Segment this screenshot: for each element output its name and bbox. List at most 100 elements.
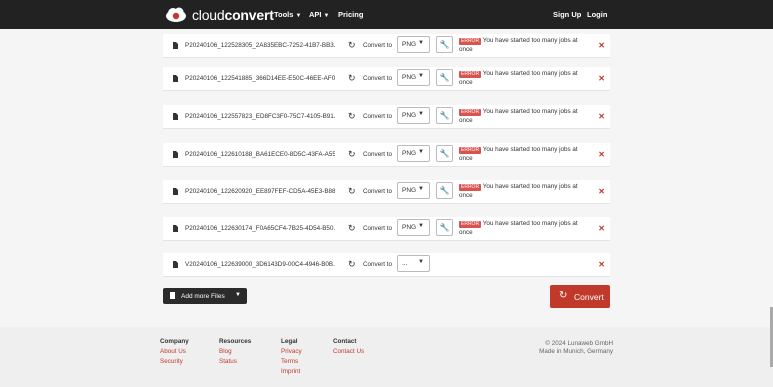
nav-api[interactable]: API ▼: [309, 10, 329, 19]
file-name: P20240106_122557823_ED8FC3F0-75C7-4105-B…: [185, 113, 335, 120]
footer-link-privacy[interactable]: Privacy: [281, 347, 302, 357]
file-icon: [173, 151, 178, 158]
refresh-icon[interactable]: ↻: [348, 40, 356, 51]
refresh-icon[interactable]: ↻: [348, 111, 356, 122]
format-value: PNG: [402, 41, 417, 48]
format-select[interactable]: PNG ▼: [397, 69, 430, 86]
format-value: ...: [402, 260, 408, 267]
wrench-icon[interactable]: 🔧: [436, 36, 453, 53]
copyright-text: © 2024 Lunaweb GmbH: [545, 340, 613, 347]
brand-logo[interactable]: cloudconvert: [165, 6, 274, 23]
footer-heading: Legal: [281, 338, 298, 345]
chevron-down-icon: ▼: [418, 40, 424, 46]
top-navbar: cloudconvert Tools ▼ API ▼ Pricing Sign Up…: [0, 0, 773, 29]
file-name: P20240106_122528305_2A835EBC-7252-41B7-B…: [185, 42, 335, 49]
file-icon: [173, 188, 178, 195]
error-message: ERROR You have started too many jobs at …: [459, 219, 589, 237]
error-message: ERROR You have started too many jobs at …: [459, 36, 589, 54]
refresh-icon[interactable]: ↻: [348, 149, 356, 160]
add-more-files-button[interactable]: Add more Files ▼: [163, 288, 247, 304]
error-badge: ERROR: [459, 221, 482, 228]
footer-link-terms[interactable]: Terms: [281, 357, 302, 367]
footer-heading: Resources: [219, 338, 252, 345]
error-message: ERROR You have started too many jobs at …: [459, 107, 589, 125]
wrench-icon[interactable]: 🔧: [436, 69, 453, 86]
refresh-icon[interactable]: ↻: [348, 259, 356, 270]
footer-legal: Legal Privacy Terms Imprint: [281, 337, 302, 377]
format-select[interactable]: ... ▼: [397, 255, 430, 272]
error-message: ERROR You have started too many jobs at …: [459, 69, 589, 87]
copyright: © 2024 Lunaweb GmbH Made in Munich, Germ…: [539, 340, 613, 356]
wrench-icon[interactable]: 🔧: [436, 145, 453, 162]
error-badge: ERROR: [459, 184, 482, 191]
footer-heading: Contact: [333, 338, 357, 345]
close-icon[interactable]: ✕: [598, 150, 605, 159]
error-badge: ERROR: [459, 147, 482, 154]
file-row: P20240106_122610188_BA61ECE0-8D5C-43FA-A…: [163, 143, 610, 167]
close-icon[interactable]: ✕: [598, 74, 605, 83]
footer-link-contact[interactable]: Contact Us: [333, 347, 364, 357]
format-select[interactable]: PNG ▼: [397, 107, 430, 124]
file-icon: [173, 261, 178, 268]
nav-signup[interactable]: Sign Up: [553, 10, 581, 19]
convert-to-label: Convert to: [363, 75, 393, 82]
footer-link-blog[interactable]: Blog: [219, 347, 251, 357]
convert-to-label: Convert to: [363, 113, 393, 120]
close-icon[interactable]: ✕: [598, 112, 605, 121]
nav-pricing[interactable]: Pricing: [338, 10, 363, 19]
format-select[interactable]: PNG ▼: [397, 182, 430, 199]
nav-tools[interactable]: Tools ▼: [274, 10, 301, 19]
error-badge: ERROR: [459, 109, 482, 116]
nav-login[interactable]: Login: [587, 10, 607, 19]
format-select[interactable]: PNG ▼: [397, 36, 430, 53]
footer-company: Company About Us Security: [160, 337, 189, 367]
file-name: P20240106_122541885_366D14EE-E50C-46EE-A…: [185, 75, 335, 82]
file-name: P20240106_122630174_F0A65CF4-7B25-4D54-B…: [185, 225, 335, 232]
file-row: P20240106_122528305_2A835EBC-7252-41B7-B…: [163, 34, 610, 58]
refresh-icon[interactable]: ↻: [348, 186, 356, 197]
error-badge: ERROR: [459, 71, 482, 78]
chevron-down-icon: ▼: [418, 259, 424, 265]
chevron-down-icon: ▼: [418, 73, 424, 79]
file-row: P20240106_122620920_EE897FEF-CD5A-45E3-B…: [163, 180, 610, 204]
file-row: V20240106_122639000_3D6143D9-00C4-4946-B…: [163, 253, 610, 277]
file-name: P20240106_122620920_EE897FEF-CD5A-45E3-B…: [185, 188, 335, 195]
refresh-icon[interactable]: ↻: [348, 223, 356, 234]
convert-to-label: Convert to: [363, 188, 393, 195]
chevron-down-icon: ▼: [418, 111, 424, 117]
convert-to-label: Convert to: [363, 151, 393, 158]
convert-button[interactable]: ↻ Convert: [550, 285, 610, 308]
refresh-icon[interactable]: ↻: [348, 73, 356, 84]
format-value: PNG: [402, 112, 417, 119]
error-message: ERROR You have started too many jobs at …: [459, 182, 589, 200]
close-icon[interactable]: ✕: [598, 41, 605, 50]
file-icon: [173, 75, 178, 82]
file-row: P20240106_122630174_F0A65CF4-7B25-4D54-B…: [163, 217, 610, 241]
wrench-icon[interactable]: 🔧: [436, 182, 453, 199]
cloud-logo-icon: [166, 7, 186, 22]
format-select[interactable]: PNG ▼: [397, 219, 430, 236]
file-row: P20240106_122557823_ED8FC3F0-75C7-4105-B…: [163, 105, 610, 129]
file-icon: [170, 292, 175, 299]
format-value: PNG: [402, 74, 417, 81]
footer-link-security[interactable]: Security: [160, 357, 189, 367]
footer: Company About Us Security Resources Blog…: [0, 327, 773, 387]
convert-label: Convert: [574, 292, 604, 302]
close-icon[interactable]: ✕: [598, 187, 605, 196]
wrench-icon[interactable]: 🔧: [436, 107, 453, 124]
footer-link-about[interactable]: About Us: [160, 347, 189, 357]
error-badge: ERROR: [459, 38, 482, 45]
format-value: PNG: [402, 224, 417, 231]
file-icon: [173, 113, 178, 120]
close-icon[interactable]: ✕: [598, 224, 605, 233]
footer-link-status[interactable]: Status: [219, 357, 251, 367]
footer-resources: Resources Blog Status: [219, 337, 251, 367]
close-icon[interactable]: ✕: [598, 260, 605, 269]
footer-link-imprint[interactable]: Imprint: [281, 367, 302, 377]
format-value: PNG: [402, 187, 417, 194]
convert-to-label: Convert to: [363, 261, 393, 268]
format-select[interactable]: PNG ▼: [397, 145, 430, 162]
file-icon: [173, 42, 178, 49]
wrench-icon[interactable]: 🔧: [436, 219, 453, 236]
chevron-down-icon: ▼: [295, 13, 302, 19]
